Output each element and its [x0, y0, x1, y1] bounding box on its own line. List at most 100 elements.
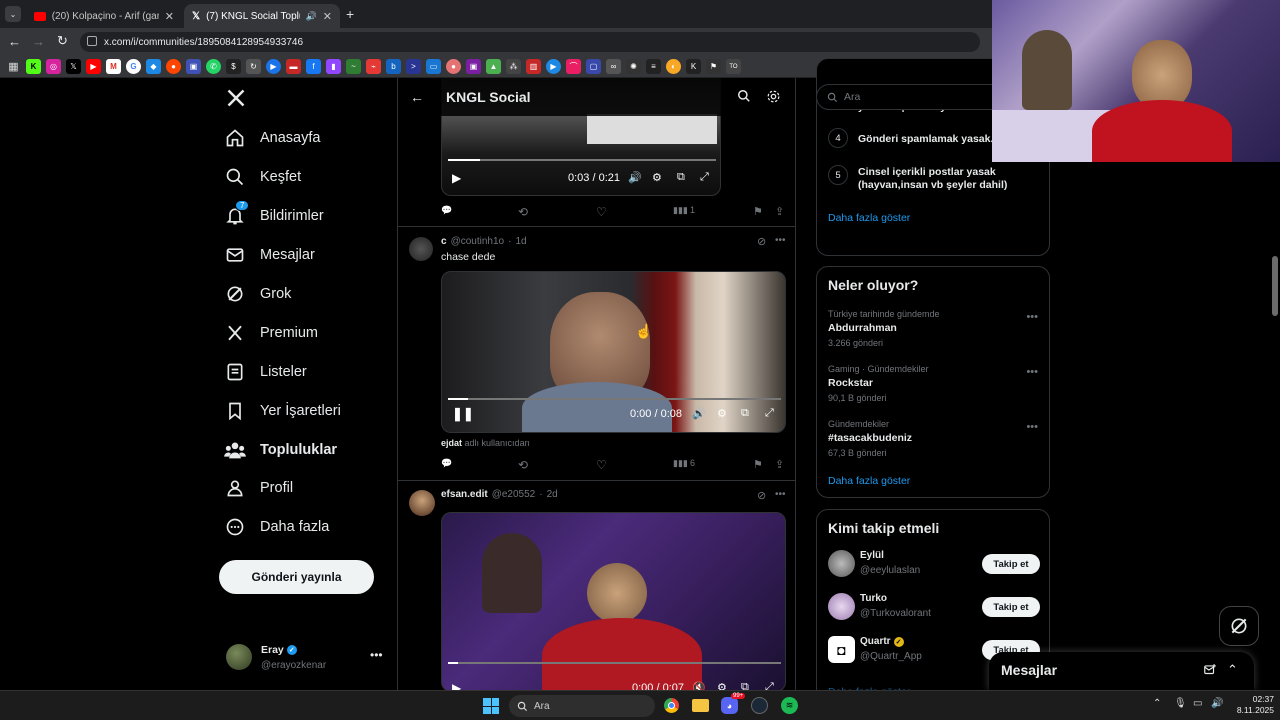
- settings-gear-icon[interactable]: [766, 89, 781, 104]
- more-icon[interactable]: •••: [775, 235, 786, 246]
- play-icon[interactable]: ▶: [452, 171, 461, 185]
- file-explorer-icon[interactable]: [692, 699, 709, 712]
- progress-bar[interactable]: [448, 662, 781, 664]
- bookmark-site-icon[interactable]: ▬: [286, 59, 301, 74]
- reply-icon[interactable]: 💬: [441, 205, 452, 216]
- post-button[interactable]: Gönderi yayınla: [219, 560, 374, 594]
- pause-icon[interactable]: ❚❚: [452, 406, 474, 422]
- bookmark-icon[interactable]: ⚑: [753, 458, 763, 471]
- tray-chevron-icon[interactable]: ⌃: [1153, 698, 1161, 709]
- bookmark-site-icon[interactable]: ◆: [146, 59, 161, 74]
- bookmark-site-icon[interactable]: b: [386, 59, 401, 74]
- bookmark-google-icon[interactable]: G: [126, 59, 141, 74]
- nav-item-premium[interactable]: Premium: [224, 315, 318, 351]
- nav-item-explore[interactable]: Keşfet: [224, 159, 301, 195]
- popout-icon[interactable]: ⧉: [677, 171, 685, 184]
- settings-gear-icon[interactable]: ⚙: [652, 171, 662, 184]
- bookmark-facebook-icon[interactable]: f: [306, 59, 321, 74]
- post-age[interactable]: 1d: [515, 236, 526, 247]
- bookmark-site-icon[interactable]: ▢: [586, 59, 601, 74]
- like-icon[interactable]: ♡: [596, 458, 607, 472]
- bookmark-kick-icon[interactable]: K: [26, 59, 41, 74]
- views-icon[interactable]: ▮▮▮: [673, 205, 688, 216]
- tab-kolpacino[interactable]: (20) Kolpaçino - Arif (ganyotçu) ✕: [26, 4, 182, 28]
- spotify-icon[interactable]: ≋: [781, 697, 798, 714]
- clock[interactable]: 02:37 8.11.2025: [1230, 694, 1274, 716]
- bookmark-site-icon[interactable]: ▶: [266, 59, 281, 74]
- show-more-link[interactable]: Daha fazla göster: [828, 475, 910, 487]
- messages-drawer[interactable]: Mesajlar ⌃: [989, 652, 1254, 690]
- bookmark-site-icon[interactable]: ◐: [666, 59, 681, 74]
- popout-icon[interactable]: ⧉: [741, 681, 749, 690]
- author-name[interactable]: efsan.edit: [441, 489, 488, 500]
- x-logo-icon[interactable]: [226, 88, 248, 110]
- like-icon[interactable]: ♡: [596, 205, 607, 219]
- new-tab-button[interactable]: +: [346, 6, 354, 22]
- tab-kngl-social[interactable]: 𝕏 (7) KNGL Social Topluluk / X 🔊 ✕: [184, 4, 340, 28]
- site-info-icon[interactable]: [87, 36, 97, 46]
- nav-item-profile[interactable]: Profil: [224, 470, 293, 506]
- reply-icon[interactable]: 💬: [441, 458, 452, 469]
- bookmark-gmail-icon[interactable]: M: [106, 59, 121, 74]
- trend-item[interactable]: Türkiye tarihinde gündemde Abdurrahman 3…: [828, 309, 1038, 348]
- taskbar-search[interactable]: Ara: [509, 695, 655, 717]
- discord-icon[interactable]: ◕ 99+: [721, 693, 746, 714]
- speaker-icon[interactable]: 🔊: [306, 11, 317, 22]
- bookmark-site-icon[interactable]: ✺: [626, 59, 641, 74]
- fullscreen-icon[interactable]: ⤢: [765, 681, 774, 690]
- bookmark-site-icon[interactable]: ▣: [186, 59, 201, 74]
- url-field[interactable]: x.com/i/communities/1895084128954933746: [80, 32, 980, 52]
- search-icon[interactable]: [737, 89, 751, 103]
- reload-icon[interactable]: ↻: [57, 33, 68, 49]
- more-icon[interactable]: •••: [775, 489, 786, 500]
- bookmark-site-icon[interactable]: ⌒: [566, 59, 581, 74]
- volume-icon[interactable]: 🔊: [1211, 698, 1223, 709]
- bookmark-youtube-icon[interactable]: ▶: [86, 59, 101, 74]
- fullscreen-icon[interactable]: ⤢: [700, 171, 709, 184]
- bookmark-whatsapp-icon[interactable]: ✆: [206, 59, 221, 74]
- nav-item-communities[interactable]: Topluluklar: [224, 432, 337, 468]
- post[interactable]: efsan.edit @e20552 · 2d ⊘ ••• ▶ 0:00 / 0…: [398, 481, 795, 690]
- more-icon[interactable]: •••: [370, 648, 383, 662]
- bookmark-site-icon[interactable]: ⚑: [706, 59, 721, 74]
- page-scrollbar[interactable]: [1270, 78, 1280, 690]
- video-player[interactable]: ❚❚ 0:00 / 0:08 🔊 ⚙ ⧉ ⤢: [441, 271, 786, 433]
- share-icon[interactable]: ⇪: [775, 458, 784, 471]
- repost-icon[interactable]: ⟲: [518, 458, 528, 472]
- fullscreen-icon[interactable]: ⤢: [765, 407, 774, 420]
- bookmark-site-icon[interactable]: ≡: [646, 59, 661, 74]
- bookmark-site-icon[interactable]: $: [226, 59, 241, 74]
- post-age[interactable]: 2d: [547, 489, 558, 500]
- volume-icon[interactable]: 🔊: [628, 171, 642, 184]
- microphone-icon[interactable]: 🎙: [1174, 698, 1187, 709]
- start-button[interactable]: [483, 698, 499, 714]
- nav-item-bookmarks[interactable]: Yer İşaretleri: [224, 393, 341, 429]
- settings-gear-icon[interactable]: ⚙: [717, 681, 727, 690]
- caption-user[interactable]: ejdat: [441, 438, 462, 448]
- bookmark-site-icon[interactable]: ▶: [546, 59, 561, 74]
- bookmark-icon[interactable]: ⚑: [753, 205, 763, 218]
- close-icon[interactable]: ✕: [323, 10, 332, 23]
- follow-suggestion[interactable]: Eylül @eeylulaslan Takip et: [828, 550, 1040, 584]
- tab-list-button[interactable]: ⌄: [5, 6, 21, 22]
- bookmark-site-icon[interactable]: ∞: [606, 59, 621, 74]
- bookmark-site-icon[interactable]: ⁂: [506, 59, 521, 74]
- bookmark-site-icon[interactable]: ~: [346, 59, 361, 74]
- account-switcher[interactable]: Eray ✓ @erayozkenar •••: [226, 640, 386, 676]
- follow-button[interactable]: Takip et: [982, 554, 1040, 574]
- nav-item-grok[interactable]: Grok: [224, 276, 291, 312]
- bookmark-site-icon[interactable]: ↻: [246, 59, 261, 74]
- mute-icon[interactable]: 🔇: [692, 681, 706, 690]
- close-icon[interactable]: ✕: [165, 10, 174, 23]
- bookmark-site-icon[interactable]: ▭: [426, 59, 441, 74]
- trend-item[interactable]: Gaming · Gündemdekiler Rockstar 90,1 B g…: [828, 364, 1038, 403]
- video-player[interactable]: ▶ 0:00 / 0:07 🔇 ⚙ ⧉ ⤢: [441, 512, 786, 690]
- more-icon[interactable]: •••: [1026, 421, 1038, 433]
- nav-item-lists[interactable]: Listeler: [224, 354, 307, 390]
- views-icon[interactable]: ▮▮▮: [673, 458, 688, 469]
- bookmark-site-icon[interactable]: >: [406, 59, 421, 74]
- bookmark-site-icon[interactable]: TO: [726, 59, 741, 74]
- back-icon[interactable]: ←: [8, 34, 21, 49]
- repost-icon[interactable]: ⟲: [518, 205, 528, 219]
- more-icon[interactable]: •••: [1026, 366, 1038, 378]
